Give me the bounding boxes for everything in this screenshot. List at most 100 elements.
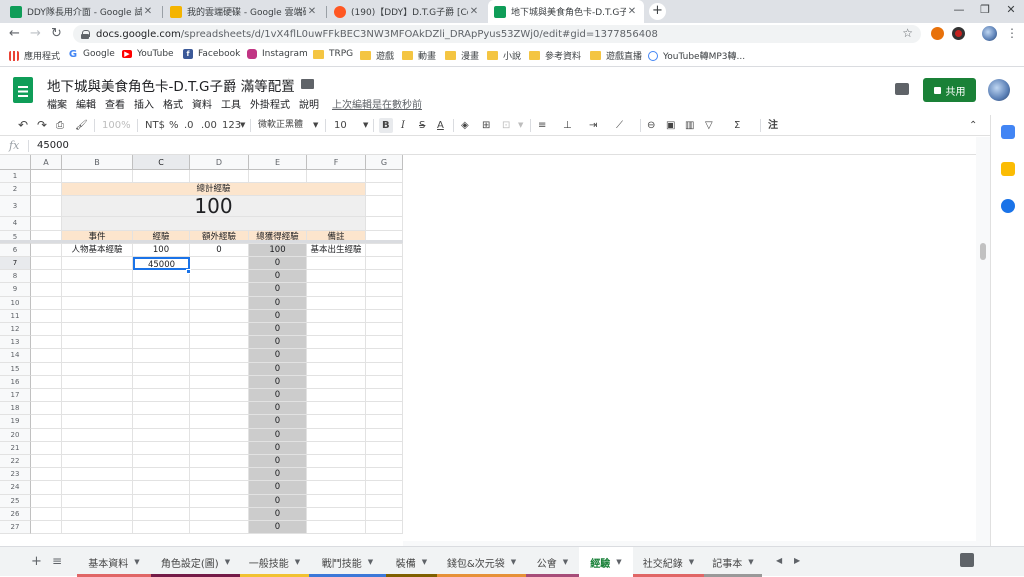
reload-icon[interactable]: ↻ — [51, 27, 62, 41]
grid-cell[interactable] — [62, 309, 133, 323]
grid-cell[interactable] — [307, 375, 366, 389]
grid-cell[interactable] — [190, 441, 249, 455]
maximize-icon[interactable]: ❐ — [972, 0, 998, 23]
chevron-down-icon[interactable]: ▼ — [368, 558, 373, 566]
insert-comment-icon[interactable]: ▣ — [666, 118, 675, 133]
grid-cell[interactable] — [366, 481, 403, 495]
comment-history-icon[interactable] — [895, 83, 909, 95]
grid-cell[interactable] — [62, 349, 133, 363]
new-tab-button[interactable]: + — [649, 3, 666, 20]
total-exp-cell[interactable]: 0 — [249, 402, 307, 416]
grid-cell[interactable] — [133, 336, 190, 350]
grid-cell[interactable] — [31, 309, 62, 323]
bookmark-google[interactable]: G Google — [68, 49, 115, 60]
font-family-select[interactable]: 微軟正黑體 — [258, 118, 303, 133]
total-exp-cell[interactable]: 0 — [249, 375, 307, 389]
grid-cell[interactable] — [307, 349, 366, 363]
sheet-tab[interactable]: 經驗 ▼ — [579, 547, 633, 577]
grid-cell[interactable] — [62, 507, 133, 521]
row-header-16[interactable]: 16 — [0, 375, 31, 389]
grid-cell[interactable] — [307, 283, 366, 297]
grid-cell[interactable] — [190, 415, 249, 429]
browser-tab-3[interactable]: (190)【DDY】D.T.G子爵 [Code ✕ — [328, 0, 486, 23]
menu-edit[interactable]: 編輯 — [76, 96, 96, 111]
explore-icon[interactable] — [960, 553, 974, 567]
row-header-13[interactable]: 13 — [0, 336, 31, 350]
menu-addons[interactable]: 外掛程式 — [250, 96, 290, 111]
grid-cell[interactable] — [133, 283, 190, 297]
grid-cell[interactable] — [31, 481, 62, 495]
increase-decimal-button[interactable]: .00 — [201, 118, 217, 133]
sheets-logo-icon[interactable] — [13, 77, 33, 103]
grid-cell[interactable] — [190, 270, 249, 284]
bookmark-folder-novel[interactable]: 小說 — [487, 49, 521, 62]
grid-cell[interactable] — [133, 402, 190, 416]
grid-cell[interactable] — [190, 257, 249, 271]
grid-cell[interactable] — [366, 494, 403, 508]
chevron-down-icon[interactable]: ▼ — [225, 558, 230, 566]
column-header-e[interactable]: E — [249, 155, 307, 170]
total-exp-cell[interactable]: 0 — [249, 441, 307, 455]
grid-cell[interactable] — [307, 402, 366, 416]
grid-cell[interactable] — [307, 494, 366, 508]
row-header-8[interactable]: 8 — [0, 270, 31, 284]
row-header-25[interactable]: 25 — [0, 494, 31, 508]
grid-cell[interactable] — [133, 415, 190, 429]
grid-cell[interactable] — [62, 323, 133, 337]
sheet-tab[interactable]: 公會 ▼ — [526, 547, 579, 577]
row-header-4[interactable]: 4 — [0, 217, 31, 231]
grid-cell[interactable] — [62, 494, 133, 508]
grid-cell[interactable] — [62, 481, 133, 495]
decrease-decimal-button[interactable]: .0 — [184, 118, 194, 133]
close-icon[interactable]: ✕ — [626, 6, 638, 17]
grid-cell[interactable] — [62, 362, 133, 376]
bookmark-folder-streams[interactable]: 遊戲直播 — [590, 49, 642, 62]
row-header-21[interactable]: 21 — [0, 441, 31, 455]
grid-cell[interactable] — [307, 455, 366, 469]
grid-cell[interactable] — [31, 243, 62, 257]
star-icon[interactable]: ☆ — [283, 76, 295, 91]
bookmark-converter[interactable]: YouTube轉MP3轉... — [648, 49, 745, 62]
row-header-14[interactable]: 14 — [0, 349, 31, 363]
column-header-a[interactable]: A — [31, 155, 62, 170]
bookmark-youtube[interactable]: ▶ YouTube — [122, 49, 174, 59]
chevron-down-icon[interactable]: ▼ — [748, 558, 753, 566]
input-tools-icon[interactable]: 注 — [768, 118, 778, 133]
menu-view[interactable]: 查看 — [105, 96, 125, 111]
menu-help[interactable]: 說明 — [299, 96, 319, 111]
add-sheet-icon[interactable]: + — [31, 554, 42, 569]
grid-cell[interactable] — [366, 183, 403, 197]
bookmark-folder-games[interactable]: 遊戲 — [360, 49, 394, 62]
grid-cell[interactable] — [190, 170, 249, 184]
data-cell[interactable]: 人物基本經驗 — [62, 243, 133, 257]
grid-cell[interactable] — [31, 455, 62, 469]
bookmark-folder-reference[interactable]: 參考資料 — [529, 49, 581, 62]
grid-cell[interactable] — [31, 428, 62, 442]
account-avatar[interactable] — [988, 79, 1010, 101]
grid-cell[interactable] — [307, 170, 366, 184]
grid-cell[interactable] — [62, 375, 133, 389]
total-exp-cell[interactable]: 0 — [249, 309, 307, 323]
more-formats-button[interactable]: 123 — [222, 118, 241, 133]
grid-cell[interactable] — [190, 283, 249, 297]
back-icon[interactable]: ← — [9, 27, 20, 41]
row-header-23[interactable]: 23 — [0, 468, 31, 482]
grid-cell[interactable] — [62, 389, 133, 403]
total-exp-cell[interactable]: 0 — [249, 521, 307, 535]
data-cell[interactable]: 基本出生經驗 — [307, 243, 366, 257]
grid-cell[interactable] — [133, 349, 190, 363]
grid-cell[interactable] — [62, 296, 133, 310]
grid-cell[interactable] — [307, 468, 366, 482]
share-button[interactable]: 共用 — [923, 78, 976, 102]
print-icon[interactable]: ⎙ — [56, 118, 64, 133]
total-exp-cell[interactable]: 0 — [249, 283, 307, 297]
row-header-2[interactable]: 2 — [0, 183, 31, 197]
row-header-27[interactable]: 27 — [0, 521, 31, 535]
grid-cell[interactable] — [366, 389, 403, 403]
grid-cell[interactable] — [190, 507, 249, 521]
grid-cell[interactable] — [31, 507, 62, 521]
vertical-scroll-thumb[interactable] — [980, 243, 986, 260]
total-exp-cell[interactable]: 0 — [249, 389, 307, 403]
url-field[interactable]: docs.google.com/spreadsheets/d/1vX4flL0u… — [73, 25, 921, 43]
browser-tab-1[interactable]: DDY隊長用介面 - Google 試算表 ✕ — [4, 0, 160, 23]
